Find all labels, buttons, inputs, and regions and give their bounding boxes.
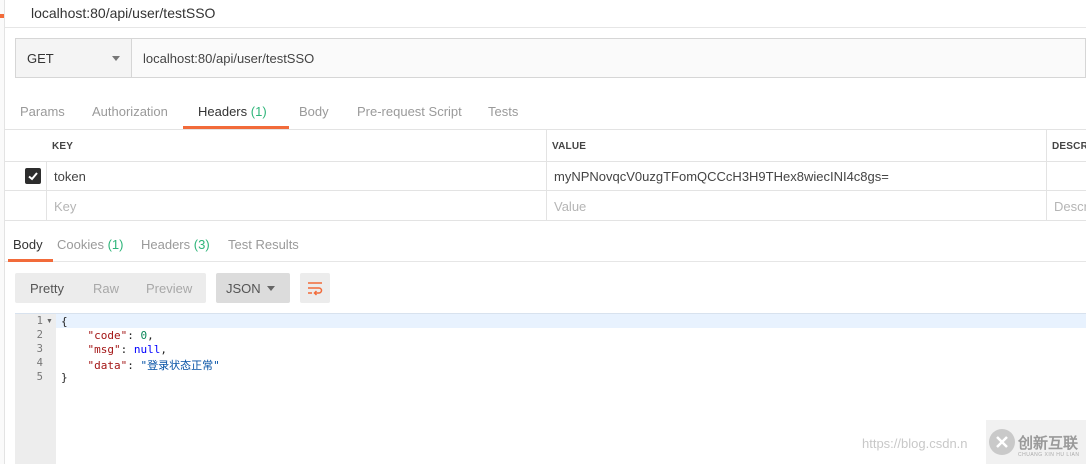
json-string: "登录状态正常" — [140, 359, 220, 372]
tab-response-headers[interactable]: Headers (3) — [141, 237, 210, 252]
tab-headers-count: (1) — [250, 104, 267, 119]
table-row: token myNPNovqcV0uzgTFomQCCcH3H9THex8wie… — [5, 161, 1086, 191]
request-line: GET — [15, 38, 1086, 78]
tab-params-label: Params — [20, 104, 65, 119]
tab-authorization[interactable]: Authorization — [92, 104, 168, 119]
tab-response-headers-label: Headers — [141, 237, 191, 252]
tab-headers-label: Headers — [198, 104, 248, 119]
tab-test-results[interactable]: Test Results — [228, 237, 299, 252]
tab-test-results-label: Test Results — [228, 237, 299, 252]
format-dropdown[interactable]: JSON — [216, 273, 290, 303]
json-null: null — [133, 343, 161, 356]
raw-button[interactable]: Raw — [93, 281, 119, 296]
column-divider — [46, 161, 47, 190]
url-input[interactable] — [133, 39, 1085, 77]
tab-cookies-label: Cookies — [57, 237, 104, 252]
fold-arrow-icon[interactable]: ▼ — [46, 318, 53, 325]
brand-logo-icon — [989, 429, 1015, 455]
format-label: JSON — [226, 281, 261, 296]
tab-cookies[interactable]: Cookies (1) — [57, 237, 123, 252]
pretty-button[interactable]: Pretty — [30, 281, 64, 296]
request-title-bar: localhost:80/api/user/testSSO — [5, 0, 1086, 28]
tab-body-label: Body — [299, 104, 329, 119]
checkmark-icon — [28, 172, 38, 181]
request-title: localhost:80/api/user/testSSO — [31, 5, 216, 21]
watermark-url: https://blog.csdn.n — [862, 436, 968, 451]
new-value-input[interactable]: Value — [554, 199, 586, 214]
line-number: 2 — [36, 329, 43, 341]
json-key: "msg" — [87, 343, 121, 356]
tab-response-body[interactable]: Body — [13, 237, 43, 252]
new-key-input[interactable]: Key — [54, 199, 76, 214]
preview-button[interactable]: Preview — [146, 281, 192, 296]
tab-tests[interactable]: Tests — [488, 104, 518, 119]
tab-cookies-count: (1) — [107, 237, 124, 252]
line-number-gutter: 1 ▼ 2 3 4 5 — [15, 314, 56, 464]
line-number: 1 — [36, 315, 43, 327]
tab-response-body-label: Body — [13, 237, 43, 252]
method-label: GET — [27, 51, 54, 66]
new-description-input[interactable]: Descr — [1054, 199, 1086, 214]
column-divider — [46, 191, 47, 220]
tab-response-headers-count: (3) — [193, 237, 210, 252]
chevron-down-icon — [112, 56, 120, 61]
method-dropdown[interactable]: GET — [16, 39, 132, 77]
json-key: "data" — [87, 359, 128, 372]
tab-tests-label: Tests — [488, 104, 519, 119]
row-enabled-checkbox[interactable] — [25, 168, 41, 184]
column-divider — [546, 130, 547, 161]
request-tabs: Params Authorization Headers (1) Body Pr… — [5, 94, 1086, 130]
json-number: 0 — [140, 329, 148, 342]
column-divider — [546, 191, 547, 220]
line-number: 3 — [36, 343, 43, 355]
active-tab-indicator — [8, 259, 53, 262]
code-line: "data": "登录状态正常" — [87, 359, 220, 372]
tab-headers[interactable]: Headers (1) — [198, 104, 267, 119]
column-header-value: VALUE — [552, 141, 587, 152]
column-header-description: DESCRI — [1052, 141, 1086, 152]
watermark-brand-pinyin: CHUANG XIN HU LIAN — [1018, 452, 1080, 458]
table-row-new: Key Value Descr — [5, 191, 1086, 221]
active-line-highlight — [56, 314, 1086, 328]
chevron-down-icon — [267, 286, 275, 291]
response-tabs: Body Cookies (1) Headers (3) Test Result… — [5, 232, 1086, 262]
line-number: 4 — [36, 357, 43, 369]
headers-table: KEY VALUE DESCRI token myNPNovqcV0uzgTFo… — [5, 129, 1086, 221]
line-number: 5 — [36, 371, 43, 383]
header-key-cell[interactable]: token — [54, 169, 86, 184]
code-line: { — [61, 315, 68, 328]
left-panel-marker — [0, 14, 4, 18]
column-divider — [546, 161, 547, 190]
json-key: "code" — [87, 329, 128, 342]
column-header-key: KEY — [52, 141, 74, 152]
code-line: } — [61, 371, 68, 384]
column-divider — [1046, 130, 1047, 161]
tab-authorization-label: Authorization — [92, 104, 168, 119]
watermark-logo: 创新互联 CHUANG XIN HU LIAN — [986, 420, 1086, 464]
tab-body[interactable]: Body — [299, 104, 329, 119]
code-line: "msg": null, — [87, 343, 168, 356]
tab-params[interactable]: Params — [20, 104, 65, 119]
wrap-lines-icon — [308, 282, 323, 296]
code-line: "code": 0, — [87, 329, 154, 342]
wrap-lines-button[interactable] — [300, 273, 330, 303]
tab-pre-request-script[interactable]: Pre-request Script — [357, 104, 462, 119]
view-mode-group: Pretty Raw Preview — [15, 273, 206, 303]
tab-pre-request-script-label: Pre-request Script — [357, 104, 462, 119]
header-value-cell[interactable]: myNPNovqcV0uzgTFomQCCcH3H9THex8wiecINI4c… — [554, 169, 889, 184]
column-divider — [1046, 161, 1047, 190]
table-header-row: KEY VALUE DESCRI — [5, 130, 1086, 162]
watermark-brand: 创新互联 — [1018, 435, 1079, 452]
column-divider — [1046, 191, 1047, 220]
